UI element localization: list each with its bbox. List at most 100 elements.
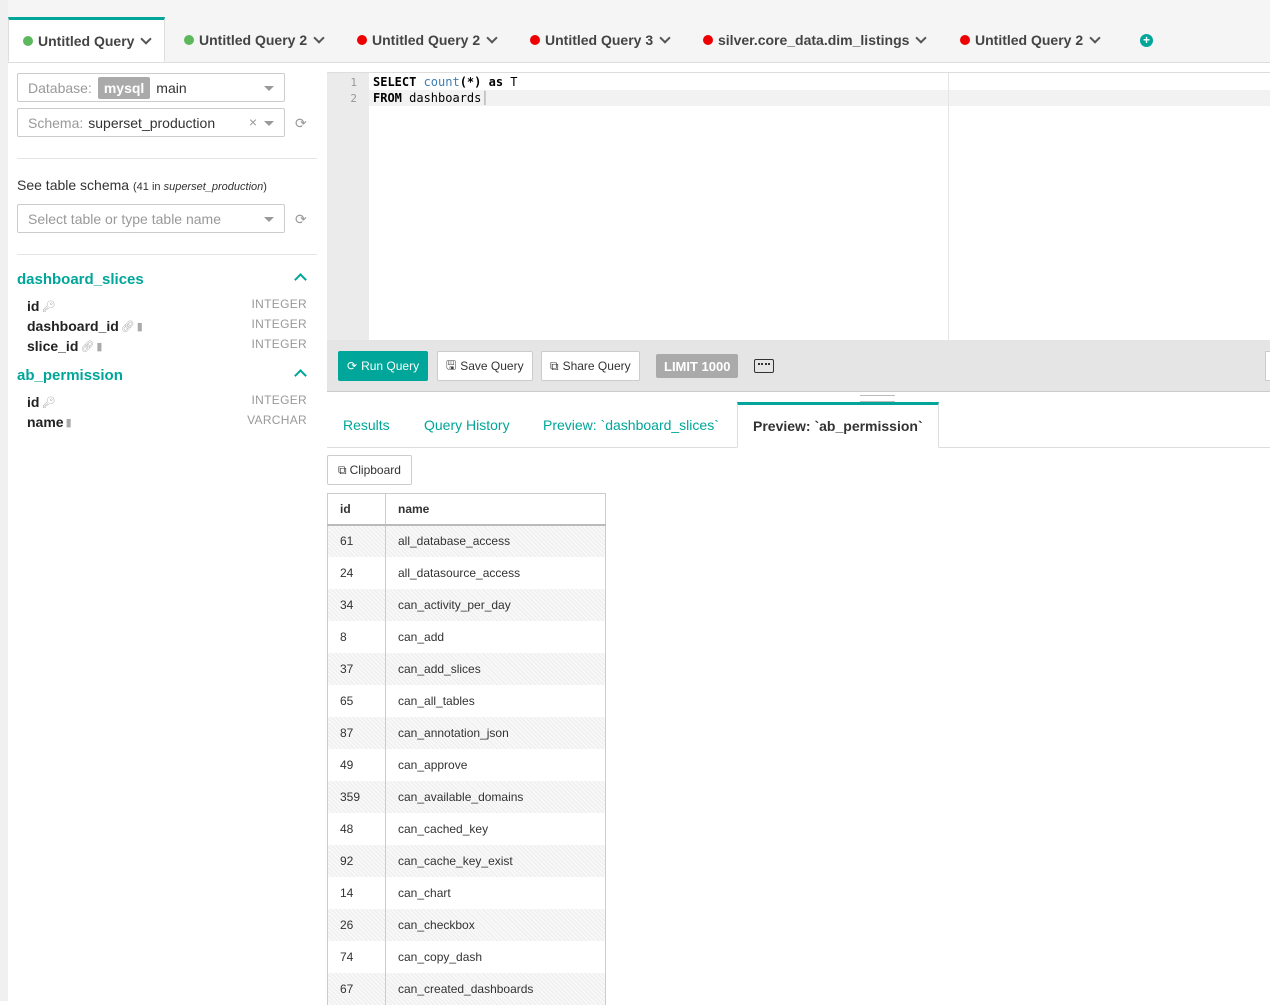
table-select[interactable]: Select table or type table name [17, 204, 285, 233]
table-row: 61 all_database_access [327, 524, 606, 557]
table-title-ab-permission[interactable]: ab_permission [17, 367, 123, 384]
status-error-icon [960, 35, 970, 45]
chevron-down-icon[interactable] [313, 32, 325, 44]
key-icon: 🔑︎ [41, 300, 56, 313]
tab-label: Untitled Query 2 [975, 32, 1084, 48]
table-select-placeholder: Select table or type table name [28, 210, 222, 227]
table-row: 37 can_add_slices [327, 652, 606, 685]
tab-label: Untitled Query [38, 32, 135, 49]
tab-label: silver.core_data.dim_listings [718, 32, 910, 48]
cell-id: 48 [327, 812, 386, 845]
collapse-icon[interactable] [294, 369, 307, 382]
clipboard-label: Clipboard [349, 463, 401, 477]
share-icon: ⧉ [550, 358, 559, 373]
save-icon: 🖫︎ [446, 357, 457, 372]
chevron-down-icon[interactable] [915, 32, 928, 44]
table-row: 65 can_all_tables [327, 684, 606, 717]
caret-down-icon[interactable] [264, 217, 274, 222]
refresh-schema-icon[interactable]: ⟳ [295, 115, 307, 132]
run-query-button[interactable]: ⟳ Run Query [338, 351, 429, 381]
column-name: slice_id [27, 338, 79, 354]
cell-name: can_cached_key [385, 812, 606, 845]
database-name: main [156, 79, 187, 96]
sql-keyword: SELECT [373, 75, 424, 89]
cell-name: can_activity_per_day [385, 588, 606, 621]
keyboard-icon[interactable] [754, 359, 774, 373]
resize-handle[interactable] [860, 395, 895, 402]
column-name: id [27, 298, 40, 314]
result-tabs: Results Query History Preview: `dashboar… [327, 402, 1270, 448]
status-ok-icon [23, 35, 33, 46]
collapse-icon[interactable] [294, 273, 307, 286]
cell-id: 34 [327, 588, 386, 621]
table-row: 74 can_copy_dash [327, 940, 606, 973]
schema-label: Schema: [28, 114, 84, 131]
bookmark-icon: ▮ [96, 340, 103, 353]
column-id: id 🔑︎ [27, 394, 55, 410]
divider [17, 158, 317, 159]
toolbar-overflow-button[interactable] [1265, 351, 1270, 381]
chevron-down-icon[interactable] [1089, 32, 1101, 44]
cell-id: 49 [327, 748, 386, 781]
tab-results[interactable]: Results [343, 402, 390, 447]
tab-untitled-query-2c[interactable]: Untitled Query 2 [960, 18, 1101, 62]
code-line-1[interactable]: SELECT count(*) as T [373, 75, 518, 89]
cell-id: 37 [327, 652, 386, 685]
cell-id: 359 [327, 780, 386, 813]
tab-untitled-query-2[interactable]: Untitled Query 2 [184, 18, 325, 62]
column-name: name [27, 414, 64, 430]
tab-untitled-query-3[interactable]: Untitled Query 3 [530, 18, 671, 62]
table-header-row: id name [327, 493, 606, 526]
limit-dropdown[interactable]: LIMIT 1000 [656, 354, 739, 378]
sql-editor[interactable]: 1 2 SELECT count(*) as T FROM dashboards… [327, 72, 1270, 341]
chevron-down-icon[interactable] [659, 32, 671, 44]
refresh-tables-icon[interactable]: ⟳ [295, 211, 307, 228]
column-type: VARCHAR [247, 413, 307, 427]
table-row: 87 can_annotation_json [327, 716, 606, 749]
cell-name: can_cache_key_exist [385, 844, 606, 877]
table-row: 92 can_cache_key_exist [327, 844, 606, 877]
sql-keyword: as [488, 75, 504, 89]
column-name: dashboard_id [27, 318, 119, 334]
clipboard-button[interactable]: ⧉ Clipboard [327, 455, 412, 485]
tab-preview-dashboard-slices[interactable]: Preview: `dashboard_slices` [543, 402, 719, 447]
database-select[interactable]: Database: mysql main [17, 73, 285, 102]
schema-select[interactable]: Schema: superset_production × [17, 108, 285, 137]
code-line-2[interactable]: FROM dashboards│ [373, 91, 489, 105]
column-header-name[interactable]: name [385, 493, 606, 526]
caret-down-icon[interactable] [264, 86, 274, 91]
tab-untitled-query[interactable]: Untitled Query [8, 17, 165, 62]
column-dashboard-id: dashboard_id 🔗︎ ▮ [27, 318, 143, 334]
cell-name: can_all_tables [385, 684, 606, 717]
share-query-label: Share Query [562, 359, 631, 373]
tab-untitled-query-2b[interactable]: Untitled Query 2 [357, 18, 498, 62]
cell-id: 14 [327, 876, 386, 909]
tab-preview-ab-permission[interactable]: Preview: `ab_permission` [737, 402, 939, 448]
share-query-button[interactable]: ⧉ Share Query [541, 351, 640, 381]
table-count-schema: superset_production [163, 181, 264, 193]
save-query-button[interactable]: 🖫︎ Save Query [437, 351, 533, 381]
column-slice-id: slice_id 🔗︎ ▮ [27, 338, 102, 354]
tab-dim-listings[interactable]: silver.core_data.dim_listings [703, 18, 928, 62]
clear-icon[interactable]: × [249, 114, 257, 130]
line-number: 2 [350, 92, 357, 105]
cell-name: can_copy_dash [385, 940, 606, 973]
chevron-down-icon[interactable] [140, 32, 153, 45]
chevron-down-icon[interactable] [486, 32, 498, 44]
table-row: 8 can_add [327, 620, 606, 653]
cell-name: all_database_access [385, 524, 606, 557]
table-row: 34 can_activity_per_day [327, 588, 606, 621]
table-row: 359 can_available_domains [327, 780, 606, 813]
add-tab-icon[interactable]: + [1140, 34, 1153, 47]
caret-down-icon[interactable] [264, 121, 274, 126]
cell-id: 87 [327, 716, 386, 749]
column-header-id[interactable]: id [327, 493, 386, 526]
schema-value: superset_production [88, 114, 216, 131]
table-title-dashboard-slices[interactable]: dashboard_slices [17, 271, 144, 288]
cell-name: can_add_slices [385, 652, 606, 685]
line-number: 1 [350, 76, 357, 89]
results-table: id name 61 all_database_access 24 all_data… [327, 493, 606, 1005]
divider [17, 254, 317, 255]
tab-query-history[interactable]: Query History [424, 402, 510, 447]
key-icon: 🔑︎ [41, 396, 56, 409]
